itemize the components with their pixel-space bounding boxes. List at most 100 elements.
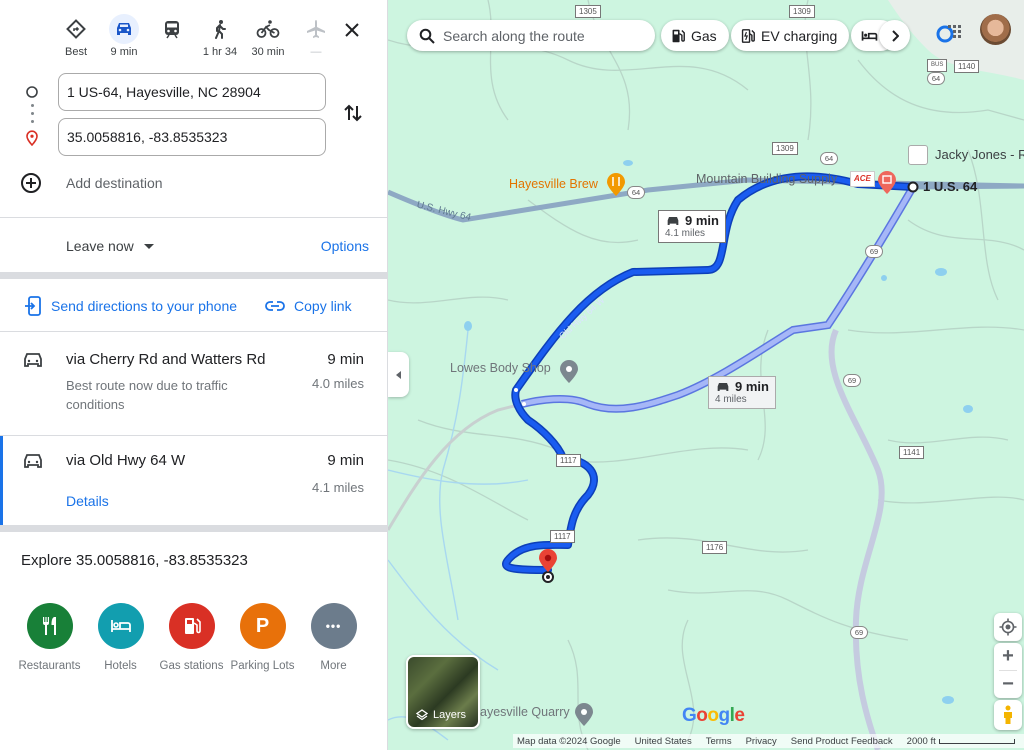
place-label-lowes-body-shop[interactable]: Lowes Body Shop xyxy=(450,361,551,375)
mode-transit[interactable] xyxy=(148,14,196,59)
mode-walking-label: 1 hr 34 xyxy=(202,46,238,58)
chips-scroll-right-button[interactable] xyxy=(879,20,910,51)
scale-bar[interactable]: 2000 ft xyxy=(907,736,1024,747)
place-label-hayesville-brew[interactable]: Hayesville Brew xyxy=(509,177,598,191)
options-button[interactable]: Options xyxy=(321,238,369,254)
parking-icon: P xyxy=(239,603,286,649)
road-shield-bus: BUS xyxy=(927,59,948,72)
travel-mode-bar: Best 9 min 1 hr 34 30 min — xyxy=(52,14,340,59)
add-destination-label: Add destination xyxy=(66,175,163,191)
explore-hotels[interactable]: Hotels xyxy=(85,603,156,672)
place-label-quarry[interactable]: ayesville Quarry xyxy=(480,705,570,719)
explore-label: More xyxy=(320,660,347,672)
explore-label: Parking Lots xyxy=(230,660,295,672)
route-distance: 4.1 miles xyxy=(311,480,364,495)
leave-now-dropdown[interactable]: Leave now xyxy=(66,238,154,254)
road-shield: 1117 xyxy=(556,454,581,467)
road-shield: 1176 xyxy=(702,541,728,554)
minor-roads xyxy=(388,0,1024,750)
mode-driving[interactable]: 9 min xyxy=(100,14,148,59)
origin-input[interactable] xyxy=(58,73,326,111)
hotel-icon xyxy=(97,603,144,649)
route-callout-primary[interactable]: 9 min 4.1 miles xyxy=(658,210,726,243)
apps-grid-icon xyxy=(936,25,961,43)
place-label-jacky-jones[interactable]: Jacky Jones - R xyxy=(935,147,1024,162)
map-data-attribution: Map data ©2024 Google xyxy=(517,735,621,747)
search-along-route-input[interactable] xyxy=(443,27,643,44)
state-route-shield: 69 xyxy=(850,626,868,639)
search-along-route[interactable] xyxy=(407,20,655,51)
route-name: via Old Hwy 64 W xyxy=(66,452,186,469)
hardware-store-pin[interactable] xyxy=(878,171,896,194)
explore-restaurants[interactable]: Restaurants xyxy=(14,603,85,672)
my-location-button[interactable] xyxy=(994,613,1022,641)
road-shield: 1309 xyxy=(772,142,798,155)
chip-ev-charging[interactable]: EV charging xyxy=(731,20,850,51)
us-route-shield: 64 xyxy=(927,72,945,85)
street-view-pegman[interactable] xyxy=(994,700,1022,730)
user-avatar[interactable] xyxy=(980,14,1011,45)
plane-icon xyxy=(301,14,331,44)
mode-cycling[interactable]: 30 min xyxy=(244,14,292,59)
lowes-body-shop-pin[interactable] xyxy=(560,360,578,383)
destination-input[interactable] xyxy=(58,118,326,156)
send-to-phone-button[interactable]: Send directions to your phone xyxy=(24,296,237,316)
walk-icon xyxy=(205,14,235,44)
map-canvas[interactable]: 1305 1309 1309 1140 1140 1141 1176 1117 … xyxy=(388,0,1024,750)
terms-link[interactable]: Terms xyxy=(706,736,732,747)
copy-link-button[interactable]: Copy link xyxy=(265,298,352,314)
mode-best-label: Best xyxy=(64,46,87,58)
mode-cycling-label: 30 min xyxy=(251,46,285,58)
dealership-icon[interactable] xyxy=(908,145,928,165)
divider xyxy=(0,272,387,279)
road-shield: 1309 xyxy=(789,5,815,18)
zoom-out-button[interactable]: − xyxy=(994,671,1022,698)
caret-down-icon xyxy=(143,243,154,249)
collapse-panel-button[interactable] xyxy=(388,352,409,397)
chip-label: Gas xyxy=(691,27,717,44)
swap-origin-destination-button[interactable] xyxy=(342,102,364,124)
place-label-mountain-building-supply[interactable]: Mountain Building Supply xyxy=(696,172,837,186)
explore-parking[interactable]: P Parking Lots xyxy=(227,603,298,672)
origin-circle-icon xyxy=(24,84,40,100)
road-shield: 1140 xyxy=(954,60,980,73)
route-time: 9 min xyxy=(327,351,364,368)
google-maps-directions: Best 9 min 1 hr 34 30 min — 1 US-64, Hay… xyxy=(0,0,1024,750)
send-feedback-link[interactable]: Send Product Feedback xyxy=(791,736,893,747)
layers-button[interactable]: Layers xyxy=(406,655,480,729)
car-icon xyxy=(109,14,139,44)
chip-gas[interactable]: Gas xyxy=(661,20,729,51)
origin-marker[interactable] xyxy=(907,181,919,193)
region-link[interactable]: United States xyxy=(635,736,692,747)
explore-more[interactable]: ••• More xyxy=(298,603,369,672)
ace-hardware-logo[interactable]: ACE xyxy=(850,171,875,187)
explore-gas-stations[interactable]: Gas stations xyxy=(156,603,227,672)
google-apps-button[interactable] xyxy=(936,20,962,46)
link-icon xyxy=(265,301,285,311)
zoom-in-button[interactable]: + xyxy=(994,643,1022,670)
close-icon xyxy=(345,23,359,37)
close-directions-button[interactable] xyxy=(340,18,364,42)
route-node xyxy=(522,402,526,406)
ev-charging-icon xyxy=(741,28,755,43)
add-destination-button[interactable]: Add destination xyxy=(20,172,163,194)
privacy-link[interactable]: Privacy xyxy=(746,736,777,747)
state-route-shield: 69 xyxy=(865,245,883,258)
mode-flight-label: — xyxy=(310,46,322,58)
route-callout-alternate[interactable]: 9 min 4 miles xyxy=(708,376,776,409)
route-note: Best route now due to traffic conditions xyxy=(66,378,228,412)
route-details-link[interactable]: Details xyxy=(66,493,109,509)
mode-best[interactable]: Best xyxy=(52,14,100,59)
mode-flight[interactable]: — xyxy=(292,14,340,59)
place-label-origin-address[interactable]: 1 U.S. 64 xyxy=(923,179,977,194)
my-location-icon xyxy=(999,618,1017,636)
send-to-phone-icon xyxy=(25,296,41,316)
mode-driving-label: 9 min xyxy=(110,46,138,58)
route-option-selected[interactable]: via Old Hwy 64 W 9 min 4.1 miles Details xyxy=(0,436,387,525)
quarry-pin[interactable] xyxy=(575,703,593,726)
leave-now-label: Leave now xyxy=(66,238,134,254)
route-option[interactable]: via Cherry Rd and Watters Rd 9 min Best … xyxy=(0,335,387,435)
mode-walking[interactable]: 1 hr 34 xyxy=(196,14,244,59)
more-icon: ••• xyxy=(310,603,357,649)
us-route-shield: 64 xyxy=(627,186,645,199)
